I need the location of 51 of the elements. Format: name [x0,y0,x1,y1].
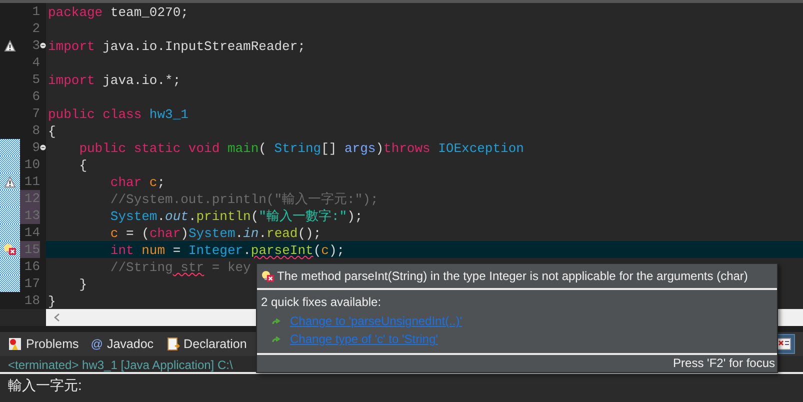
problems-icon [8,337,22,351]
line-number: 16 [23,258,40,275]
line-number: 9 [31,139,40,156]
line-number: 1 [31,3,40,20]
code-line: c = (char)System.in.read(); [109,225,322,242]
code-line: } [78,276,88,293]
collapse-icon[interactable] [40,42,46,49]
line-number: 5 [31,71,40,88]
line-number: 2 [31,20,40,37]
view-tab[interactable]: Declaration [184,337,247,351]
console-header: <terminated> hw3_1 [Java Application] C:\ [8,358,233,372]
line-number: 3 [31,37,40,54]
line-number: 11 [23,173,40,190]
line-number: 8 [31,122,40,139]
code-line: System.out.println("輸入一數字:"); [109,208,363,225]
arrow-icon [272,336,281,342]
code-line: public static void main( String[] args)throws IOException [78,140,524,157]
code-line: //String str = key [109,259,251,276]
warning-icon [4,40,16,52]
code-line: char c; [109,174,166,191]
quick-fix-heading: 2 quick fixes available: [261,295,382,309]
console-icon [777,338,791,350]
code-line: //System.out.println("輸入一字元:"); [109,191,378,208]
code-line: { [78,157,88,174]
error-lightbulb-icon [3,243,17,256]
warning-icon [4,176,16,188]
line-number: 7 [31,105,40,122]
line-number: 6 [31,88,40,105]
code-line: import java.io.*; [48,72,181,89]
error-message: The method parseInt(String) in the type Integer is not applicable for the arguments (char) [277,269,748,283]
view-tab[interactable]: Javadoc [106,337,154,351]
focus-hint: Press 'F2' for focus [673,356,775,370]
line-number: 18 [23,292,40,309]
line-number: 17 [23,275,40,292]
console-output: 輸入一字元: [8,377,82,393]
code-line: { [48,123,56,140]
code-line: public class hw3_1 [48,106,188,123]
line-number: 10 [23,156,40,173]
javadoc-icon: @ [90,337,103,351]
arrow-icon [272,318,281,324]
code-line: import java.io.InputStreamReader; [48,38,306,55]
collapse-icon[interactable] [40,144,46,151]
scroll-left-icon[interactable] [54,313,60,322]
line-number: 4 [31,54,40,71]
view-tab[interactable]: Problems [26,337,79,351]
code-line: } [48,293,56,309]
declaration-icon [166,337,180,351]
code-line: int num = Integer.parseInt(c); [109,242,345,259]
line-number: 14 [23,224,40,241]
error-lightbulb-icon [261,270,275,282]
code-line: package team_0270; [48,4,188,21]
